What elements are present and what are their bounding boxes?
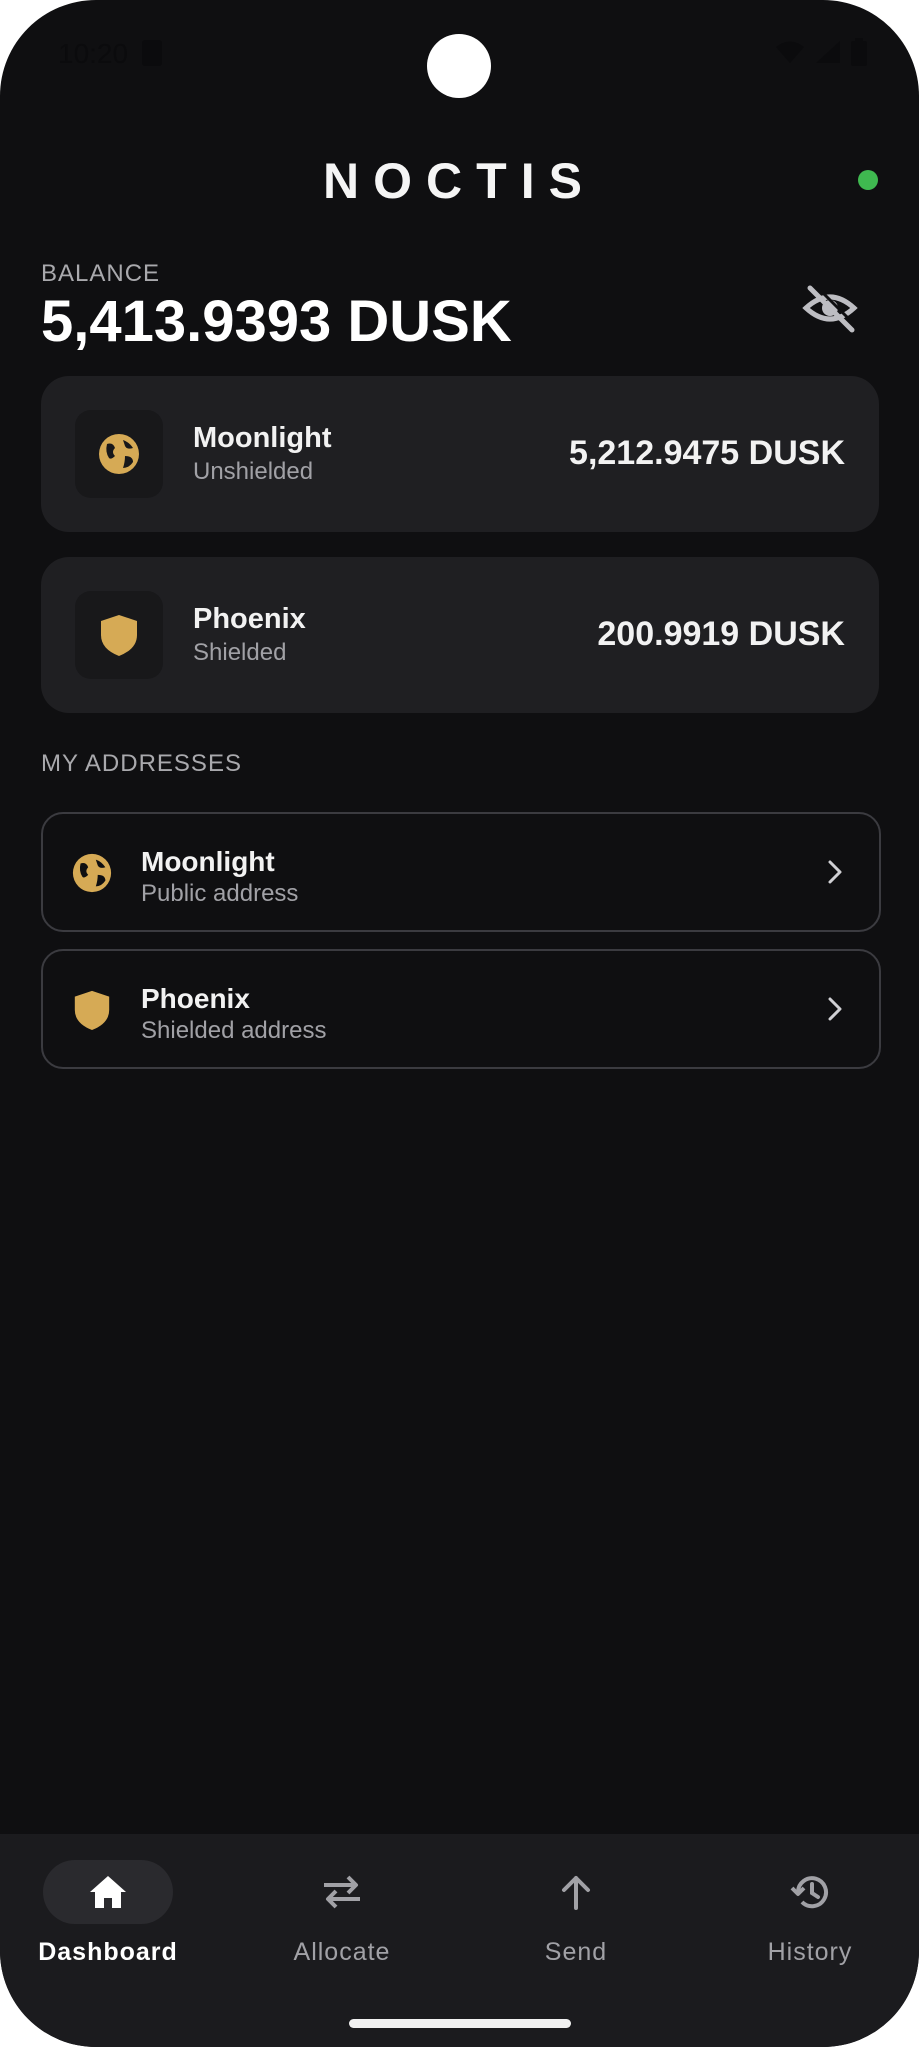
status-icons — [775, 38, 867, 66]
nav-send[interactable]: Send — [468, 1834, 698, 1994]
account-amount: 200.9919 DUSK — [597, 615, 845, 653]
home-icon — [90, 1876, 126, 1908]
my-addresses-heading: MY ADDRESSES — [41, 750, 242, 777]
balance-label: BALANCE — [41, 260, 161, 287]
eye-off-icon — [802, 282, 858, 333]
address-name: Phoenix — [141, 983, 250, 1014]
nav-label: Allocate — [293, 1938, 391, 1966]
shield-icon — [101, 615, 137, 656]
address-row-moonlight[interactable]: Moonlight Public address — [41, 812, 881, 932]
battery-icon — [851, 38, 867, 66]
address-description: Shielded address — [141, 1017, 327, 1044]
address-row-phoenix[interactable]: Phoenix Shielded address — [41, 949, 881, 1069]
signal-icon — [816, 41, 840, 63]
globe-icon — [99, 434, 139, 474]
swap-icon — [324, 1875, 360, 1909]
arrow-up-icon — [562, 1876, 590, 1910]
address-name: Moonlight — [141, 846, 275, 877]
account-name: Phoenix — [193, 603, 306, 635]
nav-dashboard[interactable]: Dashboard — [0, 1834, 230, 1994]
account-card-moonlight[interactable]: Moonlight Unshielded 5,212.9475 DUSK — [41, 376, 879, 532]
app-header: NOCTIS — [0, 140, 919, 220]
nav-history[interactable]: History — [702, 1834, 919, 1994]
nav-label: Dashboard — [38, 1938, 178, 1966]
wifi-icon — [776, 41, 804, 63]
account-icon-box — [75, 410, 163, 498]
account-type: Shielded — [193, 639, 287, 666]
bottom-navigation: Dashboard Allocate Send History — [0, 1834, 919, 2047]
status-time: 10:20 — [58, 38, 129, 69]
nav-label: History — [767, 1938, 853, 1966]
account-icon-box — [75, 591, 163, 679]
sim-icon — [142, 40, 162, 66]
status-bar: 10:20 — [0, 0, 919, 110]
chevron-right-icon — [828, 997, 842, 1021]
account-amount: 5,212.9475 DUSK — [569, 434, 845, 472]
account-card-phoenix[interactable]: Phoenix Shielded 200.9919 DUSK — [41, 557, 879, 713]
gesture-home-indicator[interactable] — [349, 2019, 571, 2028]
front-camera — [427, 34, 491, 98]
history-icon — [790, 1876, 828, 1909]
app-title: NOCTIS — [323, 153, 596, 209]
toggle-balance-visibility-button[interactable] — [800, 280, 860, 336]
globe-icon — [72, 853, 112, 893]
chevron-right-icon — [828, 860, 842, 884]
phone-screen: 10:20 NOCTIS BALANCE 5,413.9393 DUSK Moo… — [0, 0, 919, 2047]
nav-allocate[interactable]: Allocate — [234, 1834, 464, 1994]
connection-status-dot — [858, 170, 878, 190]
shield-icon — [74, 990, 110, 1031]
nav-label: Send — [544, 1938, 608, 1966]
account-name: Moonlight — [193, 422, 332, 454]
address-description: Public address — [141, 880, 299, 907]
account-type: Unshielded — [193, 458, 314, 485]
balance-value: 5,413.9393 DUSK — [41, 289, 512, 354]
